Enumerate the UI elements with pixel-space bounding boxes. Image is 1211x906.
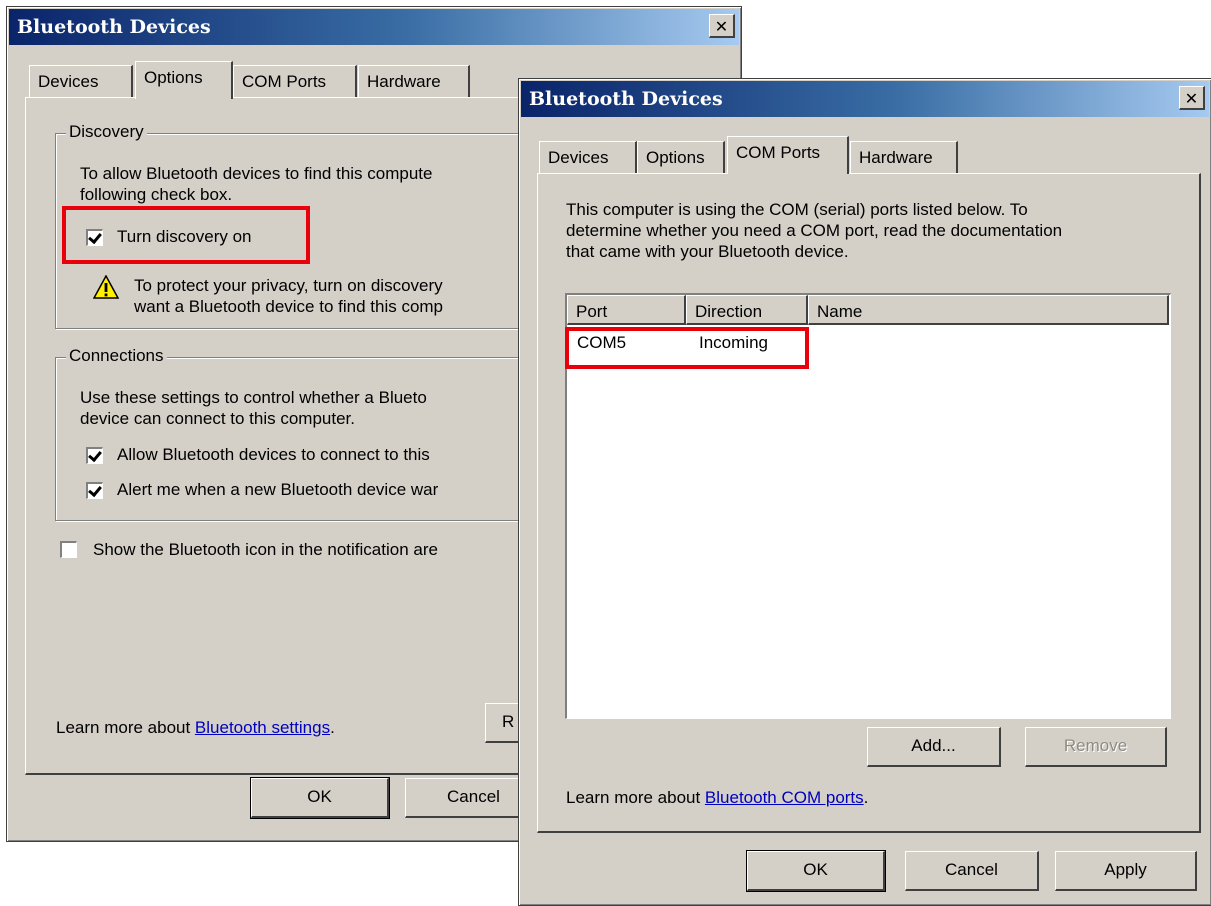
close-icon[interactable]: ✕ xyxy=(1179,86,1205,110)
discovery-description-1: To allow Bluetooth devices to find this … xyxy=(80,164,433,183)
connections-description-2: device can connect to this computer. xyxy=(80,409,355,428)
column-header-name[interactable]: Name xyxy=(808,295,1169,325)
com5-row-highlight-box xyxy=(565,327,809,369)
privacy-warning-2: want a Bluetooth device to find this com… xyxy=(134,297,444,316)
front-dialog-titlebar[interactable]: Bluetooth Devices ✕ xyxy=(521,81,1209,117)
apply-button[interactable]: Apply xyxy=(1055,851,1197,891)
tab-hardware[interactable]: Hardware xyxy=(358,65,470,97)
discovery-highlight-box xyxy=(62,206,310,264)
add-button[interactable]: Add... xyxy=(867,727,1001,767)
front-dialog-window: Bluetooth Devices ✕ Devices Options COM … xyxy=(518,78,1211,906)
tab-com-ports[interactable]: COM Ports xyxy=(233,65,357,97)
learn-more-suffix: . xyxy=(330,718,335,737)
privacy-warning-1: To protect your privacy, turn on discove… xyxy=(134,276,443,295)
tab-devices[interactable]: Devices xyxy=(539,141,637,173)
learn-more-prefix: Learn more about xyxy=(56,718,195,737)
learn-more-prefix: Learn more about xyxy=(566,788,705,807)
com-description-3: that came with your Bluetooth device. xyxy=(566,242,849,261)
back-dialog-titlebar[interactable]: Bluetooth Devices ✕ xyxy=(9,9,739,45)
com-description-1: This computer is using the COM (serial) … xyxy=(566,200,1028,219)
remove-button[interactable]: Remove xyxy=(1025,727,1167,767)
tab-com-ports[interactable]: COM Ports xyxy=(727,136,849,174)
column-header-direction[interactable]: Direction xyxy=(686,295,808,325)
back-dialog-title: Bluetooth Devices xyxy=(17,16,211,38)
column-header-port[interactable]: Port xyxy=(567,295,686,325)
learn-more-suffix: . xyxy=(863,788,869,807)
bluetooth-com-ports-link[interactable]: Bluetooth COM ports xyxy=(705,788,864,807)
allow-connect-checkbox[interactable] xyxy=(86,447,103,464)
front-ok-button[interactable]: OK xyxy=(746,850,886,892)
front-dialog-title: Bluetooth Devices xyxy=(529,88,723,110)
learn-more-com: Learn more about Bluetooth COM ports. xyxy=(566,787,868,808)
tab-options[interactable]: Options xyxy=(135,61,233,99)
show-bluetooth-icon-checkbox[interactable] xyxy=(60,541,77,558)
alert-new-device-label[interactable]: Alert me when a new Bluetooth device war xyxy=(117,479,438,500)
show-bluetooth-icon-label[interactable]: Show the Bluetooth icon in the notificat… xyxy=(93,539,438,560)
learn-more-settings: Learn more about Bluetooth settings. xyxy=(56,717,335,738)
tab-devices[interactable]: Devices xyxy=(29,65,133,97)
connections-description-1: Use these settings to control whether a … xyxy=(80,388,427,407)
discovery-group-label: Discovery xyxy=(66,122,147,142)
warning-icon xyxy=(93,275,119,299)
tab-options[interactable]: Options xyxy=(637,141,725,173)
back-ok-button[interactable]: OK xyxy=(250,777,390,819)
allow-connect-label[interactable]: Allow Bluetooth devices to connect to th… xyxy=(117,444,430,465)
alert-new-device-checkbox[interactable] xyxy=(86,482,103,499)
com-description-2: determine whether you need a COM port, r… xyxy=(566,221,1063,240)
front-cancel-button[interactable]: Cancel xyxy=(905,851,1039,891)
tab-hardware[interactable]: Hardware xyxy=(850,141,958,173)
connections-group-label: Connections xyxy=(66,346,167,366)
discovery-description-2: following check box. xyxy=(80,185,233,204)
bluetooth-settings-link[interactable]: Bluetooth settings xyxy=(195,718,330,737)
close-icon[interactable]: ✕ xyxy=(709,14,735,38)
